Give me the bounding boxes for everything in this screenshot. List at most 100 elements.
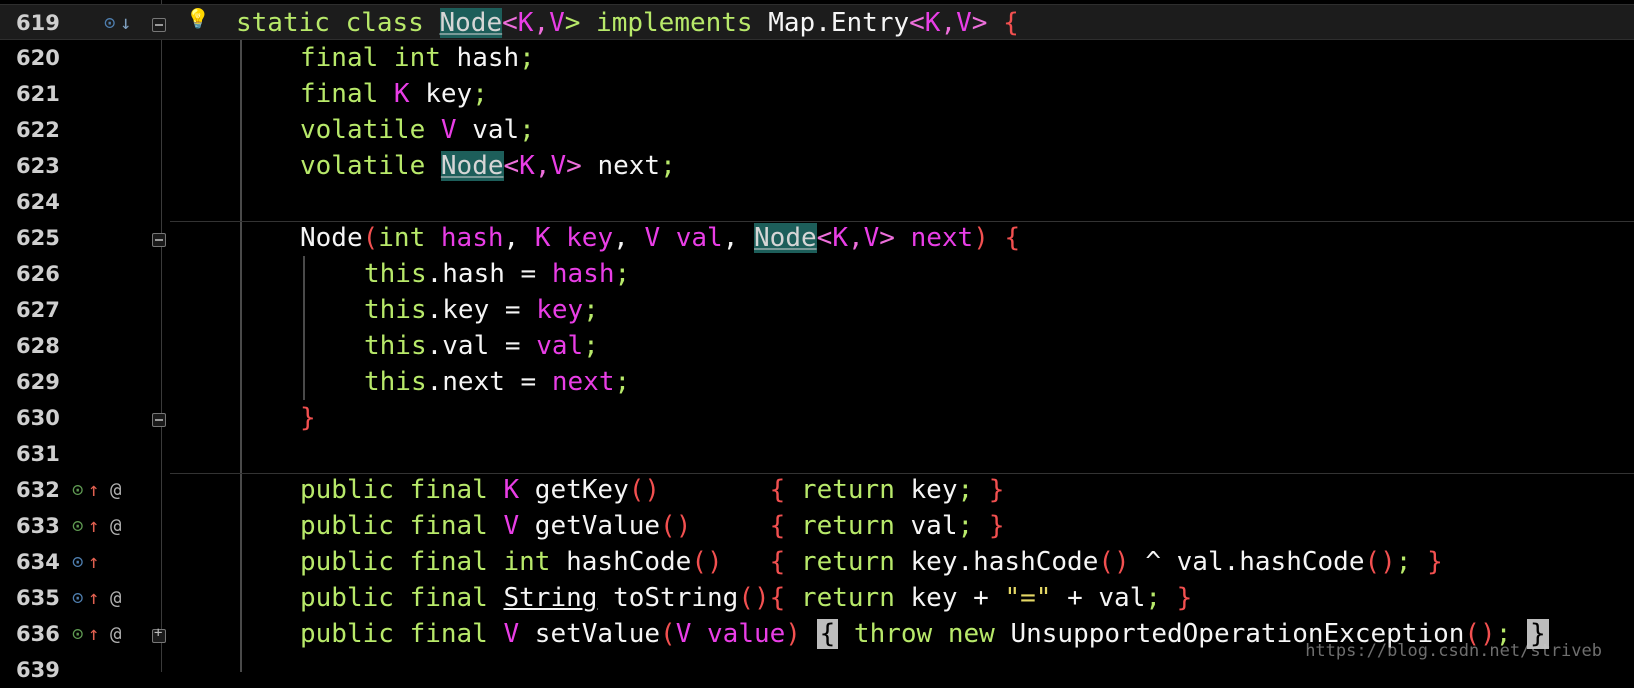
up-arrow-icon[interactable]: ↑ xyxy=(88,548,99,576)
token: throw new xyxy=(838,619,1011,649)
line-number: 636 xyxy=(16,622,60,646)
code-text: volatile Node<K,V> next; xyxy=(300,151,676,181)
token: return xyxy=(785,511,911,541)
token: val xyxy=(1098,583,1146,613)
token: { xyxy=(769,583,786,613)
token: toString xyxy=(597,583,739,613)
token: public final xyxy=(300,583,504,613)
implements-icon[interactable]: ⊙ xyxy=(72,512,83,540)
code-text: public final String toString(){ return k… xyxy=(300,584,1192,612)
token: ) xyxy=(973,223,1005,253)
line-number: 633 xyxy=(16,514,60,538)
token: < xyxy=(503,151,520,181)
code-line-632[interactable]: 632 ⊙ ↑ @ public final K getKey() { retu… xyxy=(0,472,1634,508)
line-number: 625 xyxy=(16,226,60,250)
token: Node xyxy=(754,223,817,253)
down-arrow-icon[interactable]: ↓ xyxy=(120,9,131,37)
code-text: volatile V val; xyxy=(300,116,535,144)
code-line-635[interactable]: 635 ⊙ ↑ @ public final String toString()… xyxy=(0,580,1634,616)
fold-toggle[interactable] xyxy=(152,413,166,427)
code-editor[interactable]: 619 ⊙ ↓ 💡 static class Node<K,V> impleme… xyxy=(0,0,1634,682)
token: K xyxy=(924,8,941,38)
token: this xyxy=(364,295,427,325)
token: hash xyxy=(456,43,520,73)
token: final int xyxy=(300,43,457,73)
code-line-627[interactable]: 627 this.key = key; xyxy=(0,292,1634,328)
token: () xyxy=(628,475,661,505)
token: () xyxy=(660,511,692,541)
token: ; xyxy=(957,475,989,505)
fold-toggle[interactable] xyxy=(152,18,166,32)
token: } xyxy=(1427,547,1443,577)
token: String xyxy=(503,583,598,613)
code-line-621[interactable]: 621 final K key; xyxy=(0,76,1634,112)
code-line-623[interactable]: 623 volatile Node<K,V> next; xyxy=(0,148,1634,184)
token: public final xyxy=(300,475,504,505)
code-line-624[interactable]: 624 xyxy=(0,184,1634,220)
token: ; xyxy=(472,79,488,109)
fold-toggle[interactable] xyxy=(152,233,166,247)
token: .hash = xyxy=(426,259,552,289)
at-icon[interactable]: @ xyxy=(110,620,121,648)
expand-fold-toggle[interactable] xyxy=(152,625,166,643)
token: key.hashCode xyxy=(910,547,1099,577)
token: .key = xyxy=(426,295,537,325)
code-text: public final K getKey() { return key; } xyxy=(300,476,1004,504)
code-line-619[interactable]: 619 ⊙ ↓ 💡 static class Node<K,V> impleme… xyxy=(0,4,1634,40)
token: () xyxy=(1364,547,1396,577)
token: getKey xyxy=(519,475,629,505)
overrides-icon[interactable]: ⊙ xyxy=(72,584,83,612)
code-text: static class Node<K,V> implements Map.En… xyxy=(236,8,1019,38)
at-icon[interactable]: @ xyxy=(110,512,121,540)
line-number: 624 xyxy=(16,190,60,214)
token: , xyxy=(503,223,535,253)
up-arrow-icon[interactable]: ↑ xyxy=(88,512,99,540)
token: Map.Entry xyxy=(768,8,910,38)
token: K xyxy=(517,8,534,38)
token: getValue xyxy=(519,511,661,541)
code-line-631[interactable]: 631 xyxy=(0,436,1634,472)
token: key xyxy=(409,79,473,109)
code-text: final K key; xyxy=(300,80,488,108)
code-text: this.val = val; xyxy=(364,332,599,360)
code-line-625[interactable]: 625 Node(int hash, K key, V val, Node<K,… xyxy=(0,220,1634,256)
code-text: } xyxy=(300,404,316,432)
token: .val = xyxy=(426,331,537,361)
token: ; xyxy=(519,43,535,73)
up-arrow-icon[interactable]: ↑ xyxy=(88,620,99,648)
at-icon[interactable]: @ xyxy=(110,476,121,504)
overridden-icon[interactable]: ⊙ xyxy=(104,9,115,37)
token: V xyxy=(550,151,567,181)
implements-icon[interactable]: ⊙ xyxy=(72,476,83,504)
code-line-628[interactable]: 628 this.val = val; xyxy=(0,328,1634,364)
code-line-633[interactable]: 633 ⊙ ↑ @ public final V getValue() { re… xyxy=(0,508,1634,544)
lightbulb-icon[interactable]: 💡 xyxy=(186,5,210,33)
code-line-626[interactable]: 626 this.hash = hash; xyxy=(0,256,1634,292)
token: hash xyxy=(440,223,504,253)
line-number: 619 xyxy=(16,11,60,35)
token: val xyxy=(675,223,723,253)
token: Node xyxy=(440,151,504,181)
code-text: public final V getValue() { return val; … xyxy=(300,512,1004,540)
token: public final xyxy=(300,511,504,541)
code-line-620[interactable]: 620 final int hash; xyxy=(0,40,1634,76)
up-arrow-icon[interactable]: ↑ xyxy=(88,584,99,612)
token: ( xyxy=(660,619,676,649)
code-line-629[interactable]: 629 this.next = next; xyxy=(0,364,1634,400)
token: this xyxy=(364,367,427,397)
token: ; xyxy=(583,331,599,361)
code-line-622[interactable]: 622 volatile V val; xyxy=(0,112,1634,148)
implements-icon[interactable]: ⊙ xyxy=(72,620,83,648)
token: V xyxy=(675,619,708,649)
at-icon[interactable]: @ xyxy=(110,584,121,612)
up-arrow-icon[interactable]: ↑ xyxy=(88,476,99,504)
token: ; xyxy=(957,511,989,541)
token: next xyxy=(551,367,615,397)
code-line-630[interactable]: 630 } xyxy=(0,400,1634,436)
overrides-icon[interactable]: ⊙ xyxy=(72,548,83,576)
code-line-634[interactable]: 634 ⊙ ↑ public final int hashCode() { re… xyxy=(0,544,1634,580)
token: public final int xyxy=(300,547,567,577)
